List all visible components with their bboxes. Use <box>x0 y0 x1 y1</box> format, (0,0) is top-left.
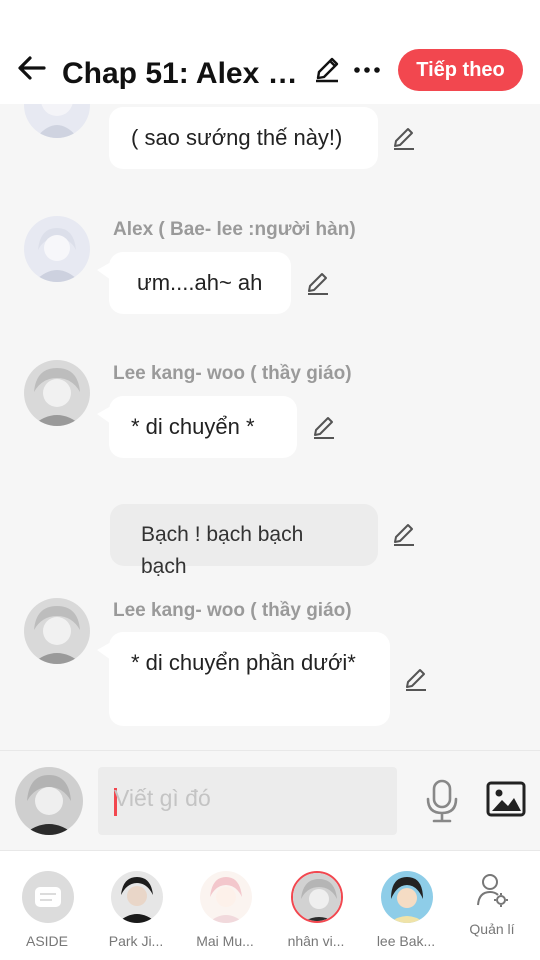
tab-character-selected[interactable]: nhân vi... <box>271 851 361 960</box>
back-arrow-icon[interactable] <box>14 50 50 86</box>
tab-label: Mai Mu... <box>196 933 254 949</box>
tab-character[interactable]: Mai Mu... <box>180 851 270 960</box>
message-text: ( sao sướng thế này!) <box>131 125 343 150</box>
message-input-placeholder: Viết gì đó <box>114 785 211 811</box>
edit-message-pencil-icon[interactable] <box>390 124 418 152</box>
avatar-alex[interactable] <box>24 216 90 282</box>
message-bubble[interactable]: * di chuyển * <box>97 396 297 458</box>
narration-text: Bạch ! bạch bạch bạch <box>141 523 304 578</box>
message-bubble[interactable]: * di chuyển phần dưới* <box>97 632 390 726</box>
message-text: * di chuyển phần dưới* <box>131 650 356 675</box>
tab-aside[interactable]: ASIDE <box>2 851 92 960</box>
sender-name: Alex ( Bae- lee :người hàn) <box>113 219 356 240</box>
narration-bubble[interactable]: Bạch ! bạch bạch bạch <box>110 504 378 578</box>
avatar-alex[interactable] <box>24 104 90 138</box>
message-bubble[interactable]: ( sao sướng thế này!) <box>109 107 378 169</box>
next-chapter-button[interactable]: Tiếp theo <box>398 49 523 91</box>
tab-label: ASIDE <box>25 933 68 949</box>
chapter-title: Chap 51: Alex vs Lee kang-woo <box>62 57 307 90</box>
sender-name: Lee kang- woo ( thầy giáo) <box>113 363 352 384</box>
edit-message-pencil-icon[interactable] <box>390 520 418 548</box>
tab-label: Quản lí <box>469 921 515 937</box>
aside-icon <box>22 871 74 923</box>
message-text: * di chuyển * <box>131 414 255 439</box>
tab-character[interactable]: Park Ji... <box>91 851 181 960</box>
tab-manage[interactable]: Quản lí <box>447 851 537 960</box>
edit-title-pencil-icon[interactable] <box>312 54 342 84</box>
edit-message-pencil-icon[interactable] <box>402 665 430 693</box>
avatar-lee-kang-woo[interactable] <box>24 360 90 426</box>
more-options-icon[interactable] <box>352 56 382 86</box>
sender-name: Lee kang- woo ( thầy giáo) <box>113 600 352 621</box>
chat-area: ( sao sướng thế này!) Alex ( Bae- lee :n… <box>0 104 540 750</box>
current-character-avatar[interactable] <box>15 767 83 835</box>
character-avatar <box>111 871 163 923</box>
character-avatar <box>291 871 343 923</box>
avatar-lee-kang-woo[interactable] <box>24 598 90 664</box>
message-text: ưm....ah~ ah <box>137 270 263 295</box>
message-bubble[interactable]: ưm....ah~ ah <box>97 252 291 314</box>
manage-user-settings-icon <box>477 874 508 907</box>
character-avatar <box>381 871 433 923</box>
microphone-icon[interactable] <box>422 779 462 823</box>
image-upload-icon[interactable] <box>486 781 526 819</box>
tab-label: nhân vi... <box>287 933 345 949</box>
message-input[interactable]: Viết gì đó <box>98 767 397 835</box>
character-selector-bar: ASIDE Park Ji... Mai Mu... nhân vi... le… <box>0 850 540 960</box>
tab-label: Park Ji... <box>108 933 164 949</box>
top-header: Chap 51: Alex vs Lee kang-woo Tiếp theo <box>0 0 540 104</box>
edit-message-pencil-icon[interactable] <box>304 269 332 297</box>
message-input-bar: Viết gì đó <box>0 750 540 850</box>
edit-message-pencil-icon[interactable] <box>310 413 338 441</box>
character-avatar <box>200 871 252 923</box>
tab-character[interactable]: lee Bak... <box>361 851 451 960</box>
tab-label: lee Bak... <box>376 933 436 949</box>
